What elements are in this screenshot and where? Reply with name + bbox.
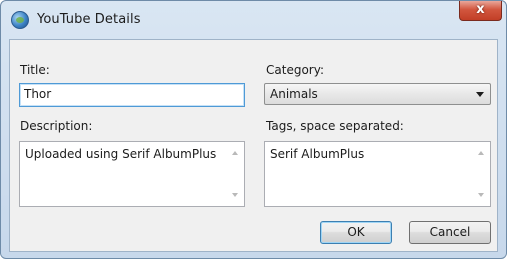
scroll-down-arrow-icon[interactable] — [478, 193, 484, 197]
youtube-details-dialog: YouTube Details x Title: Thor Category: … — [0, 0, 507, 259]
tags-label: Tags, space separated: — [266, 119, 404, 133]
title-label: Title: — [20, 63, 50, 77]
tags-textarea[interactable]: Serif AlbumPlus — [264, 141, 491, 207]
category-select[interactable]: Animals — [264, 83, 491, 105]
dialog-body: Title: Thor Category: Animals Descriptio… — [9, 39, 498, 252]
title-input[interactable]: Thor — [19, 83, 245, 107]
scroll-up-arrow-icon[interactable] — [232, 151, 238, 155]
ok-button[interactable]: OK — [320, 221, 392, 244]
scroll-down-arrow-icon[interactable] — [232, 193, 238, 197]
description-textarea-value: Uploaded using Serif AlbumPlus — [25, 147, 217, 161]
title-bar[interactable]: YouTube Details x — [1, 1, 506, 39]
title-input-value: Thor — [24, 87, 52, 101]
description-textarea[interactable]: Uploaded using Serif AlbumPlus — [19, 141, 245, 207]
globe-icon — [11, 11, 29, 29]
scroll-up-arrow-icon[interactable] — [478, 151, 484, 155]
tags-textarea-value: Serif AlbumPlus — [270, 147, 365, 161]
tags-scrollbar[interactable] — [473, 142, 490, 206]
close-icon: x — [476, 2, 485, 17]
chevron-down-icon — [476, 92, 484, 97]
close-button[interactable]: x — [459, 1, 502, 21]
description-scrollbar[interactable] — [227, 142, 244, 206]
category-select-value: Animals — [270, 87, 318, 101]
cancel-button[interactable]: Cancel — [409, 221, 491, 244]
window-title: YouTube Details — [37, 12, 141, 27]
description-label: Description: — [20, 119, 93, 133]
category-label: Category: — [266, 63, 324, 77]
